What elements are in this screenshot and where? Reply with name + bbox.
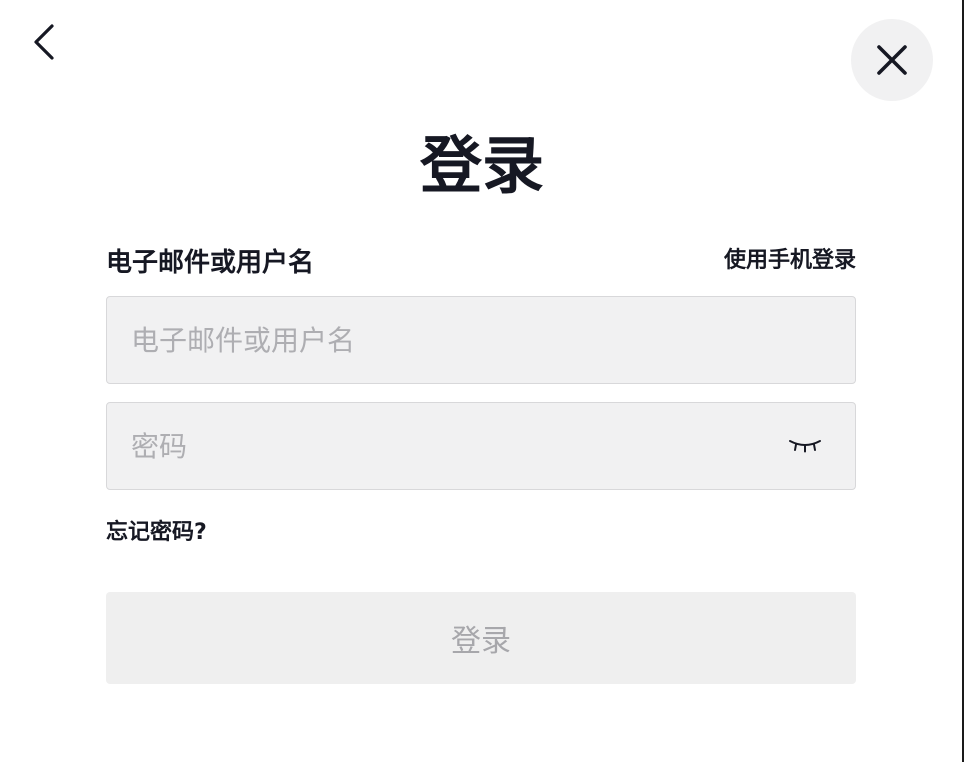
forgot-password-link[interactable]: 忘记密码? — [106, 514, 207, 546]
password-field[interactable] — [107, 403, 855, 489]
email-label-row: 电子邮件或用户名 使用手机登录 — [106, 240, 856, 284]
eye-closed-icon — [789, 440, 821, 453]
email-field-label: 电子邮件或用户名 — [106, 248, 315, 278]
login-dialog: 登录 电子邮件或用户名 使用手机登录 忘记密码? 登录 — [0, 0, 964, 762]
login-form: 电子邮件或用户名 使用手机登录 忘记密码? — [106, 240, 856, 546]
page-title: 登录 — [419, 129, 544, 202]
login-submit-button[interactable]: 登录 — [106, 592, 856, 684]
chevron-left-icon — [34, 24, 54, 60]
email-field[interactable] — [107, 297, 855, 383]
close-icon — [877, 45, 907, 75]
back-button[interactable] — [26, 20, 62, 64]
password-field-container — [106, 402, 856, 490]
password-visibility-toggle[interactable] — [785, 433, 825, 459]
close-button[interactable] — [851, 19, 933, 101]
phone-login-link[interactable]: 使用手机登录 — [724, 242, 856, 274]
email-field-container — [106, 296, 856, 384]
